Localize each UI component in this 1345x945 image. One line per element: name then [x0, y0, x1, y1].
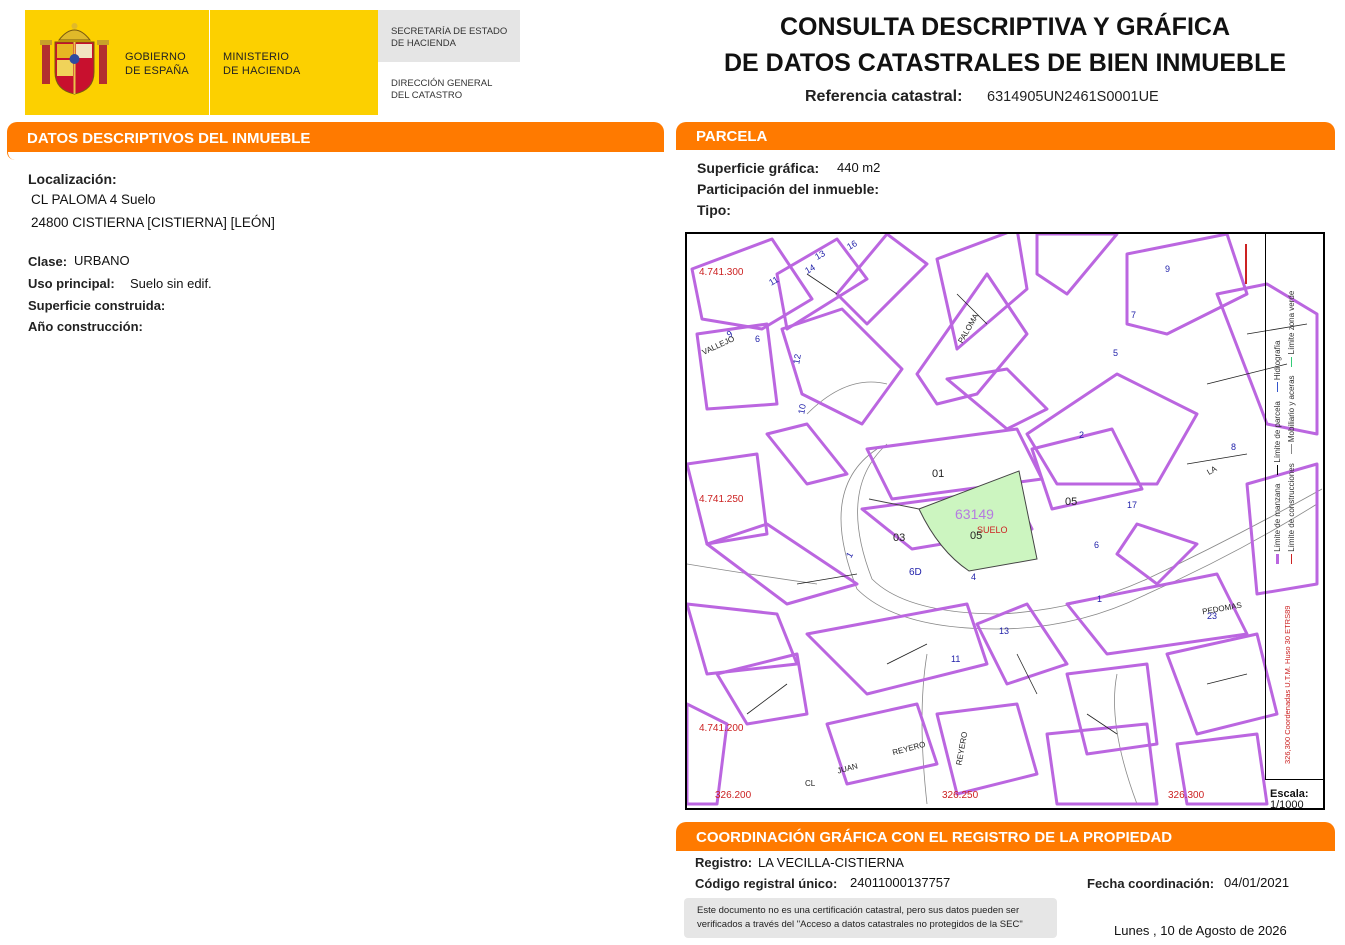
government-label: GOBIERNO DE ESPAÑA [125, 51, 189, 77]
block-label: 05 [1065, 496, 1078, 508]
house-number: 9 [1165, 264, 1171, 274]
house-number: 8 [1231, 442, 1237, 452]
address-line2: 24800 CISTIERNA [CISTIERNA] [LEÓN] [31, 215, 275, 230]
codigo-value: 24011000137757 [850, 875, 951, 890]
superficie-grafica-label: Superficie gráfica: [697, 160, 820, 176]
clase-label: Clase: [28, 254, 68, 269]
direccion-label: DIRECCIÓN GENERAL DEL CATASTRO [391, 78, 493, 101]
street-label: CL [805, 779, 816, 788]
page-title: CONSULTA DESCRIPTIVA Y GRÁFICA [779, 13, 1231, 41]
parcel-id: 63149 [955, 506, 994, 522]
y-coord-2: 4.741.250 [699, 494, 744, 505]
house-number: 11 [951, 654, 961, 664]
legend-construcciones: Límite de construcciones Mobiliario y ac… [1287, 291, 1296, 564]
descriptivos-header: DATOS DESCRIPTIVOS DEL INMUEBLE [7, 122, 664, 152]
participacion-label: Participación del inmueble: [697, 181, 880, 197]
block-label: 03 [893, 532, 906, 544]
house-number: 5 [1113, 348, 1119, 358]
map-drawing [687, 234, 1323, 806]
localizacion-label: Localización: [28, 171, 117, 187]
fecha-value: 04/01/2021 [1224, 875, 1290, 890]
codigo-label: Código registral único: [695, 876, 838, 891]
coordinacion-header: COORDINACIÓN GRÁFICA CON EL REGISTRO DE … [676, 822, 1335, 851]
house-number: 7 [1131, 310, 1137, 320]
clase-value: URBANO [74, 253, 130, 268]
legend-manzana: Límite de manzana Límite de parcela Hidr… [1273, 304, 1282, 564]
address-line1: CL PALOMA 4 Suelo [31, 192, 156, 207]
ministry-label: MINISTERIO DE HACIENDA [223, 51, 301, 77]
house-number: 6 [1094, 540, 1100, 550]
x-coord-2: 326.250 [942, 790, 979, 801]
tipo-label: Tipo: [697, 202, 731, 218]
house-number: 2 [1079, 430, 1085, 440]
y-coord-3: 4.741.200 [699, 723, 744, 734]
ref-value: 6314905UN2461S0001UE [987, 89, 1159, 105]
registro-label: Registro: [695, 855, 753, 870]
house-number: 4 [971, 572, 977, 582]
disclaimer-note: Este documento no es una certificación c… [684, 898, 1057, 938]
anio-construccion-label: Año construcción: [28, 319, 143, 334]
y-coord-1: 4.741.300 [699, 267, 744, 278]
ref-label: Referencia catastral: [805, 88, 963, 105]
government-logo-block: GOBIERNO DE ESPAÑA MINISTERIO DE HACIEND… [25, 10, 378, 115]
house-number: 13 [999, 626, 1010, 636]
footer-date: Lunes , 10 de Agosto de 2026 [1114, 923, 1287, 938]
page-subtitle: DE DATOS CATASTRALES DE BIEN INMUEBLE [723, 49, 1287, 77]
house-number: 6 [755, 334, 761, 344]
legend-coords-note: 326,300 Coordenadas U.T.M. Huso 30 ETRS8… [1283, 605, 1292, 764]
x-coord-1: 326.200 [715, 790, 752, 801]
block-label: 01 [932, 468, 945, 480]
uso-label: Uso principal: [28, 276, 115, 291]
fecha-label: Fecha coordinación: [1087, 876, 1215, 891]
uso-value: Suelo sin edif. [130, 276, 212, 291]
house-number: 1 [1097, 594, 1103, 604]
cadastral-map[interactable]: 63149 SUELO 4.741.300 4.741.250 4.741.20… [685, 232, 1325, 810]
north-arrow-icon [1243, 244, 1249, 284]
superficie-construida-label: Superficie construida: [28, 298, 166, 313]
x-coord-3: 326.300 [1168, 790, 1205, 801]
house-number: 17 [1127, 500, 1138, 510]
house-number: 12 [791, 353, 803, 365]
parcela-header: PARCELA [676, 122, 1335, 150]
block-label: 05 [970, 530, 983, 542]
coat-of-arms-icon [40, 23, 109, 95]
registro-value: LA VECILLA-CISTIERNA [758, 855, 904, 870]
scale-value: 1/1000 [1270, 799, 1304, 810]
house-number: 10 [796, 403, 808, 415]
secretaria-block: SECRETARÍA DE ESTADO DE HACIENDA [378, 10, 520, 62]
superficie-grafica-value: 440 m2 [837, 160, 881, 175]
house-number: 23 [1207, 611, 1218, 621]
block-label: 6D [909, 567, 922, 578]
